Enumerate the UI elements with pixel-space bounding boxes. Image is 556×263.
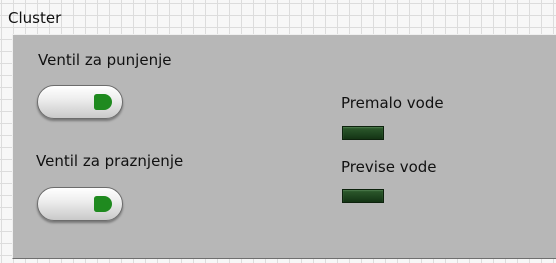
cluster-panel: Ventil za punjenje Ventil za praznjenje … — [12, 34, 556, 259]
cluster-label: Cluster — [8, 9, 62, 27]
high-water-indicator — [342, 189, 384, 203]
high-water-label: Previse vode — [341, 158, 437, 176]
low-water-label: Premalo vode — [341, 94, 444, 112]
drain-valve-button[interactable] — [37, 187, 123, 221]
low-water-indicator — [342, 126, 384, 140]
fill-valve-button[interactable] — [37, 85, 123, 119]
fill-valve-label: Ventil za punjenje — [38, 51, 172, 69]
fill-valve-light-icon — [94, 94, 112, 110]
drain-valve-light-icon — [94, 196, 112, 212]
drain-valve-label: Ventil za praznjenje — [36, 152, 184, 170]
